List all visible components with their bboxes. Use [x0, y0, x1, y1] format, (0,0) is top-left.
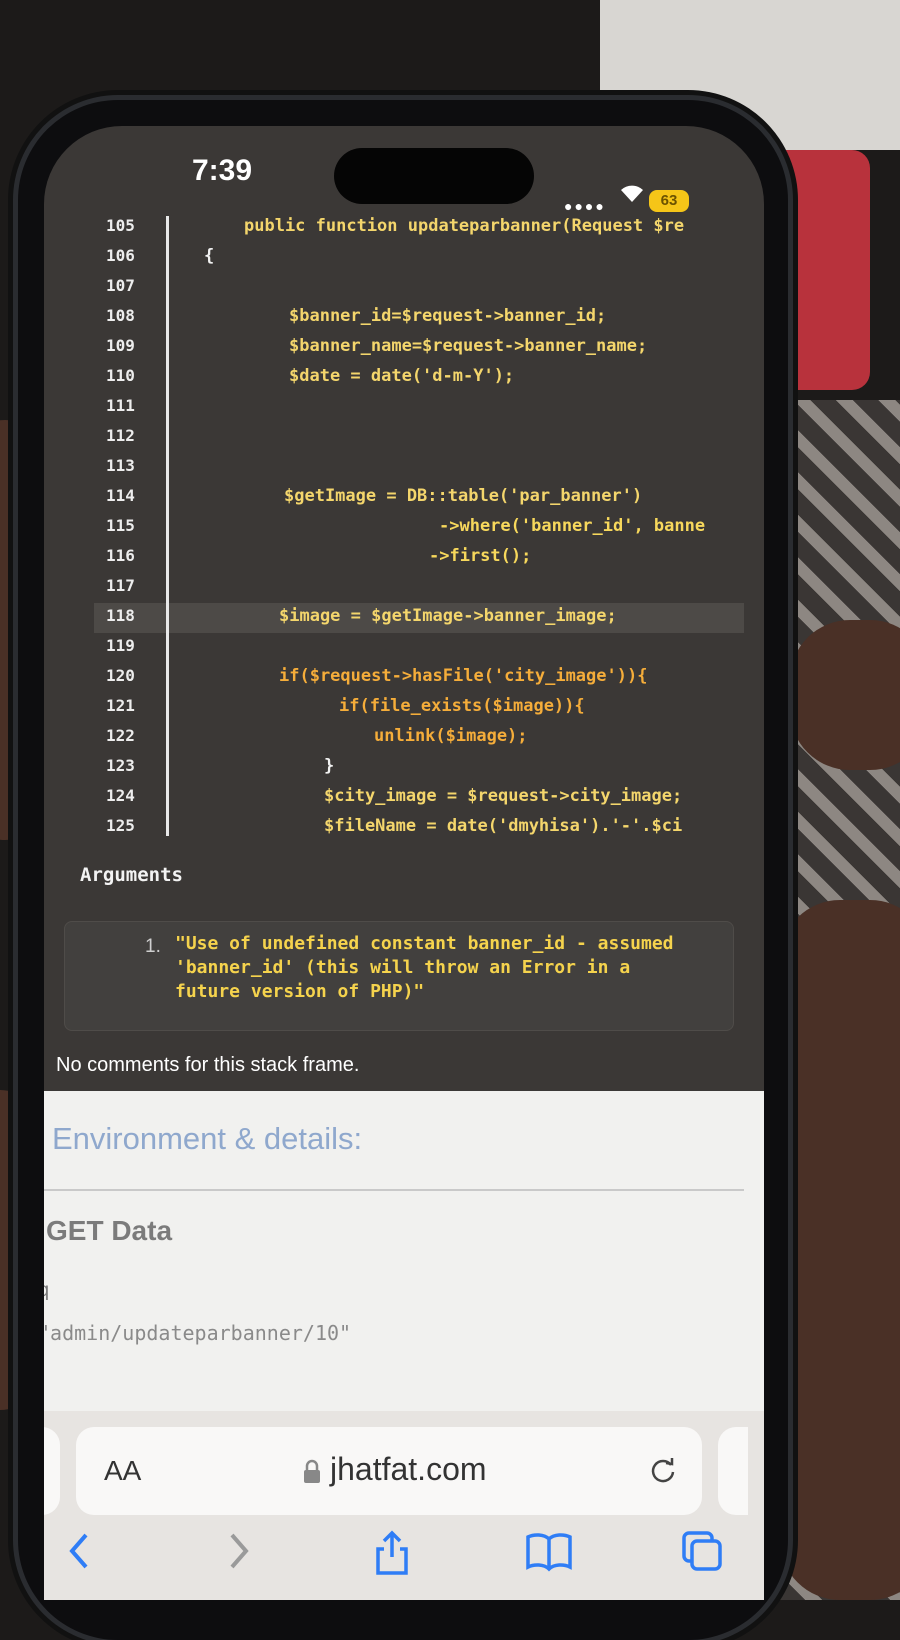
- code-line: $city_image = $request->city_image;: [324, 786, 683, 806]
- code-line: $date = date('d-m-Y');: [289, 366, 515, 386]
- address-bar[interactable]: AA jhatfat.com: [76, 1427, 702, 1515]
- reload-icon[interactable]: [648, 1455, 678, 1485]
- line-number-gutter: 105 106 107 108 109 110 111 112 113 114 …: [94, 216, 169, 836]
- line-number: 117: [106, 576, 135, 595]
- line-number: 106: [106, 246, 135, 265]
- line-number: 110: [106, 366, 135, 385]
- safari-toolbar: AA jhatfat.com: [44, 1411, 764, 1600]
- get-data-value: "admin/updateparbanner/10": [44, 1321, 352, 1345]
- line-number: 108: [106, 306, 135, 325]
- environment-title: Environment & details:: [52, 1121, 363, 1156]
- code-line: unlink($image);: [374, 726, 528, 746]
- code-line: if($request->hasFile('city_image')){: [279, 666, 648, 686]
- divider: [44, 1189, 744, 1191]
- code-line: ->where('banner_id', banne: [439, 516, 706, 536]
- argument-number: 1.: [145, 936, 161, 957]
- code-viewer[interactable]: 105 106 107 108 109 110 111 112 113 114 …: [94, 216, 744, 836]
- line-number: 105: [106, 216, 135, 235]
- line-number: 119: [106, 636, 135, 655]
- environment-panel: Environment & details: GET Data q "admin…: [44, 1091, 764, 1411]
- line-number: 120: [106, 666, 135, 685]
- status-bar: 7:39 ●●●● 63: [44, 126, 764, 214]
- code-line: $fileName = date('dmyhisa').'-'.$ci: [324, 816, 683, 836]
- line-number: 115: [106, 516, 135, 535]
- code-line: $image = $getImage->banner_image;: [279, 606, 617, 626]
- code-line: $getImage = DB::table('par_banner'): [284, 486, 643, 506]
- code-line: if(file_exists($image)){: [339, 696, 585, 716]
- arguments-box: 1. "Use of undefined constant banner_id …: [64, 921, 734, 1031]
- next-tab-peek[interactable]: [718, 1427, 748, 1515]
- line-number: 113: [106, 456, 135, 475]
- wifi-icon: [621, 185, 643, 202]
- reader-aa-button[interactable]: AA: [104, 1455, 141, 1487]
- forward-icon[interactable]: [224, 1529, 254, 1573]
- status-time: 7:39: [192, 154, 253, 187]
- battery-badge: 63: [649, 190, 689, 212]
- arguments-title: Arguments: [80, 864, 183, 886]
- code-area: public function updateparbanner(Request …: [174, 216, 754, 836]
- finger: [780, 900, 900, 1600]
- code-line: }: [324, 756, 335, 776]
- signal-dots-icon: ●●●●: [564, 198, 606, 214]
- tabs-icon[interactable]: [680, 1529, 724, 1575]
- back-icon[interactable]: [64, 1529, 94, 1573]
- lock-icon: [304, 1459, 320, 1483]
- line-number: 124: [106, 786, 135, 805]
- finger: [790, 620, 900, 770]
- line-number: 118: [106, 606, 135, 625]
- code-line: $banner_id=$request->banner_id;: [289, 306, 607, 326]
- line-number: 109: [106, 336, 135, 355]
- dynamic-island: [334, 148, 534, 204]
- line-number: 122: [106, 726, 135, 745]
- phone-screen: 7:39 ●●●● 63 105 106 107 108 109 110 111…: [44, 126, 764, 1600]
- url-domain[interactable]: jhatfat.com: [330, 1451, 487, 1488]
- comments-text: No comments for this stack frame.: [56, 1054, 360, 1076]
- line-number: 116: [106, 546, 135, 565]
- code-line: {: [204, 246, 215, 266]
- get-data-key: q: [44, 1279, 49, 1301]
- line-number: 121: [106, 696, 135, 715]
- bookmarks-icon[interactable]: [524, 1529, 574, 1573]
- line-number: 114: [106, 486, 135, 505]
- code-line: $banner_name=$request->banner_name;: [289, 336, 648, 356]
- share-icon[interactable]: [372, 1529, 412, 1579]
- code-line: ->first();: [429, 546, 532, 566]
- line-number: 123: [106, 756, 135, 775]
- line-number: 107: [106, 276, 135, 295]
- code-line: public function updateparbanner(Request …: [244, 216, 685, 236]
- previous-tab-peek[interactable]: [44, 1427, 60, 1515]
- argument-text: "Use of undefined constant banner_id - a…: [175, 933, 674, 1002]
- get-data-title: GET Data: [46, 1215, 173, 1246]
- line-number: 111: [106, 396, 135, 415]
- line-number: 125: [106, 816, 135, 835]
- line-number: 112: [106, 426, 135, 445]
